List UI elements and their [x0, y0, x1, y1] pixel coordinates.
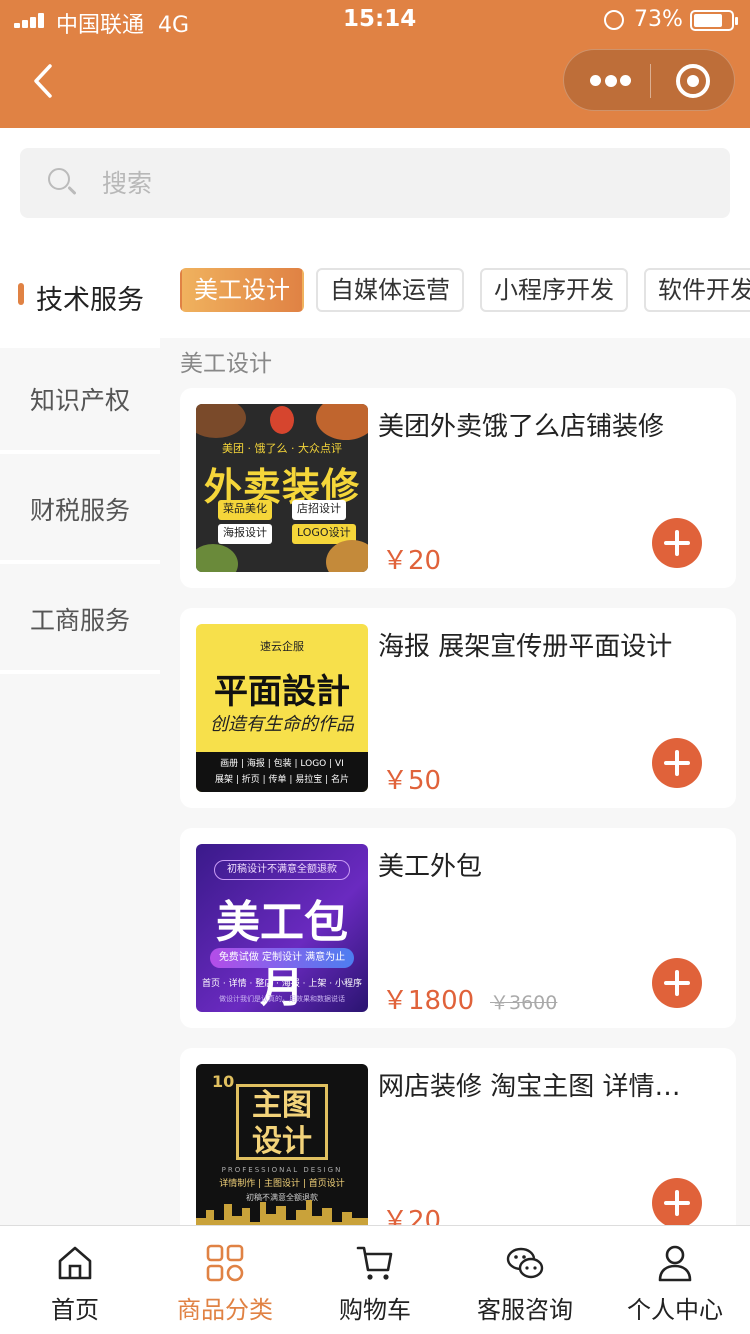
thumb-banner-text: 初稿设计不满意全额退款	[214, 860, 350, 880]
sidebar-item-label: 工商服务	[29, 606, 130, 635]
product-title: 美工外包	[378, 852, 483, 882]
product-price: ￥50	[382, 766, 442, 796]
rotation-lock-icon	[604, 10, 624, 30]
skyline-graphic	[196, 1200, 368, 1225]
tab-customer-service[interactable]: 客服咨询	[450, 1226, 600, 1334]
thumb-chip: 店招设计	[292, 500, 346, 520]
tab-label: 个人中心	[627, 1296, 723, 1324]
tab-miniprogram-dev[interactable]: 小程序开发	[480, 268, 628, 312]
status-bar: 中国联通 4G 15:14 73%	[0, 0, 750, 40]
home-icon	[58, 1246, 92, 1280]
thumb-pill: 免费试做 定制设计 满意为止	[210, 948, 354, 968]
tab-cart[interactable]: 购物车	[300, 1226, 450, 1334]
app-header: 中国联通 4G 15:14 73%	[0, 0, 750, 128]
product-image: 速云企服 平面設計 创造有生命的作品 画册 | 海报 | 包装 | LOGO |…	[196, 624, 368, 792]
user-icon	[658, 1245, 692, 1282]
thumb-chip: 海报设计	[218, 524, 272, 544]
more-icon[interactable]	[590, 74, 631, 87]
sidebar-item-tech-service[interactable]: 技术服务	[0, 248, 160, 354]
cart-icon	[356, 1246, 393, 1280]
sidebar-item-business[interactable]: 工商服务	[0, 568, 160, 674]
sidebar-item-tax[interactable]: 财税服务	[0, 458, 160, 564]
tab-design[interactable]: 美工设计	[180, 268, 304, 312]
product-image: 美团 · 饿了么 · 大众点评 外卖装修 菜品美化 店招设计 海报设计 LOGO…	[196, 404, 368, 572]
signal-icon	[14, 12, 48, 28]
battery-percent: 73%	[634, 7, 683, 32]
product-image: 初稿设计不满意全额退款 美工包月 免费试做 定制设计 满意为止 首页 · 详情 …	[196, 844, 368, 1012]
add-to-cart-button[interactable]	[652, 958, 702, 1008]
product-card[interactable]: 初稿设计不满意全额退款 美工包月 免费试做 定制设计 满意为止 首页 · 详情 …	[180, 828, 736, 1028]
add-to-cart-button[interactable]	[652, 518, 702, 568]
back-icon[interactable]	[28, 62, 62, 100]
thumb-banner-text: 美团 · 饿了么 · 大众点评	[222, 442, 342, 455]
miniprogram-capsule	[563, 49, 735, 111]
tab-software-dev[interactable]: 软件开发	[644, 268, 750, 312]
thumb-service-list: 画册 | 海报 | 包装 | LOGO | VI 展架 | 折页 | 传单 | …	[196, 752, 368, 792]
tab-categories[interactable]: 商品分类	[150, 1226, 300, 1334]
thumb-line: 首页 · 详情 · 整店 · 海报 · 上架 · 小程序	[202, 979, 362, 989]
bottom-tab-bar: 首页 商品分类 购物车 客服咨询 个人中心	[0, 1225, 750, 1334]
thumb-slogan: 创造有生命的作品	[210, 714, 354, 735]
sidebar-item-label: 财税服务	[29, 496, 130, 525]
sidebar-item-label: 技术服务	[36, 285, 144, 316]
capsule-divider	[650, 64, 651, 98]
thumb-headline: 主图 设计	[252, 1088, 312, 1159]
category-icon	[206, 1244, 244, 1282]
product-price: ￥20	[382, 1206, 442, 1225]
section-title: 美工设计	[180, 351, 272, 377]
original-price: ￥3600	[490, 992, 558, 1014]
category-sidebar: 技术服务 知识产权 财税服务 工商服务	[0, 248, 160, 1225]
carrier-label: 中国联通 4G	[56, 13, 190, 38]
product-price: ￥1800	[382, 986, 475, 1016]
tab-label: 客服咨询	[477, 1296, 573, 1324]
tab-label: 首页	[51, 1296, 99, 1324]
product-price: ￥20	[382, 546, 442, 576]
product-title: 海报 展架宣传册平面设计	[378, 632, 673, 662]
thumb-chip: 菜品美化	[218, 500, 272, 520]
product-title: 美团外卖饿了么店铺装修	[378, 412, 665, 442]
tab-profile[interactable]: 个人中心	[600, 1226, 750, 1334]
sidebar-item-label: 知识产权	[29, 386, 130, 415]
tab-media-operation[interactable]: 自媒体运营	[316, 268, 464, 312]
product-image: 10 主图 设计 PROFESSIONAL DESIGN 详情制作 | 主图设计 …	[196, 1064, 368, 1225]
tab-label: 购物车	[339, 1296, 411, 1324]
tab-label: 商品分类	[177, 1296, 273, 1324]
product-panel: 美工设计 自媒体运营 小程序开发 软件开发 美工设计 美团 · 饿了么 · 大众…	[160, 248, 750, 1225]
chat-icon	[506, 1247, 544, 1279]
thumb-headline: 平面設計	[214, 672, 350, 712]
add-to-cart-button[interactable]	[652, 1178, 702, 1225]
thumb-line: 画册 | 海报 | 包装 | LOGO | VI	[220, 759, 344, 769]
active-indicator	[18, 283, 24, 305]
product-card[interactable]: 速云企服 平面設計 创造有生命的作品 画册 | 海报 | 包装 | LOGO |…	[180, 608, 736, 808]
thumb-brand: 速云企服	[260, 640, 304, 653]
search-bar[interactable]	[20, 148, 730, 218]
search-input[interactable]	[102, 162, 702, 204]
thumb-tags: 详情制作 | 主图设计 | 首页设计	[219, 1179, 345, 1189]
subcategory-tabs: 美工设计 自媒体运营 小程序开发 软件开发	[160, 248, 750, 338]
add-to-cart-button[interactable]	[652, 738, 702, 788]
clock: 15:14	[343, 6, 417, 32]
tab-home[interactable]: 首页	[0, 1226, 150, 1334]
battery-icon	[690, 10, 738, 31]
close-miniprogram-icon[interactable]	[676, 64, 710, 98]
product-card[interactable]: 美团 · 饿了么 · 大众点评 外卖装修 菜品美化 店招设计 海报设计 LOGO…	[180, 388, 736, 588]
thumb-subtitle: PROFESSIONAL DESIGN	[221, 1166, 343, 1174]
product-title: 网店装修 淘宝主图 详情…	[378, 1072, 681, 1102]
product-card[interactable]: 10 主图 设计 PROFESSIONAL DESIGN 详情制作 | 主图设计 …	[180, 1048, 736, 1225]
search-area	[0, 128, 750, 248]
thumb-line: 展架 | 折页 | 传单 | 易拉宝 | 名片	[214, 775, 350, 785]
search-icon	[48, 168, 77, 196]
thumb-footnote: 做设计我们是认真的，用效果和数据说话	[219, 995, 345, 1003]
sidebar-item-ip[interactable]: 知识产权	[0, 348, 160, 454]
